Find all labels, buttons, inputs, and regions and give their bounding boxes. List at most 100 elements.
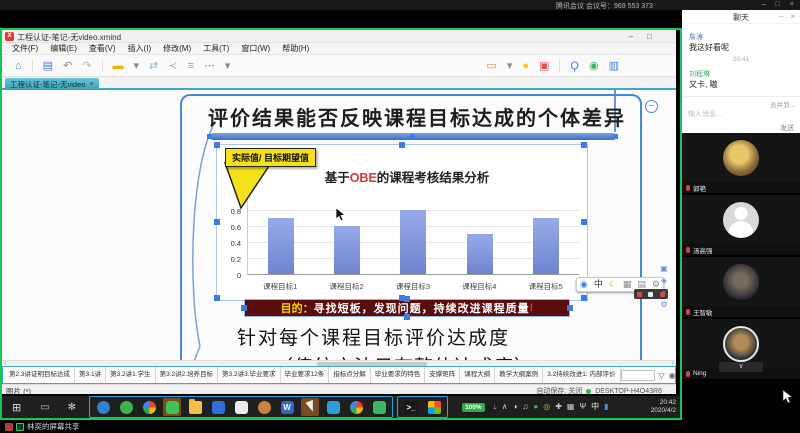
green-ring-tray-icon[interactable]: ◎ (543, 396, 550, 418)
docs-app-icon[interactable] (209, 398, 227, 416)
filter-funnel-icon[interactable]: ▽ (659, 371, 665, 380)
notepad-app-icon[interactable] (232, 398, 250, 416)
panel-toggle-icon-4[interactable]: ⚙ (660, 300, 667, 309)
task-view-icon[interactable]: ▭ (31, 402, 58, 413)
cmd-icon[interactable]: >_ (402, 398, 420, 416)
save-icon[interactable]: ▤ (38, 56, 58, 76)
close-icon[interactable]: × (790, 0, 794, 10)
panel-toggle-icon-1[interactable]: ▣ (660, 264, 668, 273)
selection-node-dot[interactable] (613, 134, 618, 139)
start-button[interactable]: ⊞ (2, 401, 31, 414)
sheet-tab[interactable]: 3.2持续改进1: 内部评价 (543, 367, 620, 383)
panel-toggle-icon-2[interactable]: ◈ (661, 276, 667, 285)
horizontal-scrollbar[interactable]: ‹ › (2, 360, 676, 366)
sheet-tab[interactable]: 第2.3讲证明目标达成 (5, 367, 75, 383)
wps-app-icon[interactable]: W (278, 398, 296, 416)
lightbulb-icon[interactable]: ● (517, 56, 534, 76)
selection-handle[interactable] (581, 142, 587, 148)
maximize-icon[interactable]: □ (647, 30, 652, 43)
selection-node-dot[interactable] (207, 134, 212, 139)
export-icon[interactable]: ▥ (604, 56, 624, 76)
summary-icon[interactable]: ≡ (182, 56, 198, 76)
sheet-tab[interactable]: 指标点分解 (329, 367, 371, 383)
selection-handle[interactable] (241, 305, 247, 311)
photos-app-icon[interactable] (324, 398, 342, 416)
caret-icon[interactable]: ▾ (502, 56, 518, 76)
minimize-icon[interactable]: – (629, 30, 633, 43)
meeting-tray-icon[interactable]: ▮ (604, 396, 608, 418)
ms-store-icon[interactable] (425, 398, 443, 416)
accelerator-ball[interactable]: 100% (462, 403, 485, 412)
sheet-tab[interactable]: 课程大纲 (460, 367, 495, 383)
meeting-titlebar[interactable]: 腾讯会议 会议号：969 553 373 – □ × (0, 0, 800, 10)
scrollbar-thumb[interactable] (317, 362, 427, 366)
boundary-icon[interactable]: ≺ (163, 56, 182, 76)
selection-handle[interactable] (567, 305, 573, 311)
share-icon[interactable]: ◉ (584, 56, 604, 76)
relationship-icon[interactable]: ⇄ (144, 56, 163, 76)
video-tile[interactable]: 王智敏 (682, 257, 800, 317)
selection-handle[interactable] (214, 295, 220, 301)
taskbar-clock[interactable]: 20:42 2020/4/2 (651, 399, 680, 415)
home-icon[interactable]: ⌂ (10, 56, 27, 76)
selection-handle[interactable] (581, 219, 587, 225)
menu-item[interactable]: 查看(V) (83, 43, 122, 54)
menu-item[interactable]: 文件(F) (6, 43, 44, 54)
sheet-tab[interactable]: 第3.2讲1.学生 (106, 367, 155, 383)
ime-tray-icon[interactable]: Ψ (579, 396, 586, 418)
menu-item[interactable]: 插入(I) (122, 43, 158, 54)
undo-icon[interactable]: ↶ (58, 56, 77, 76)
mindmap-canvas[interactable]: 评价结果能否反映课程目标达成的个体差异 − 实际值/ 目标期望值 基于OBE的课… (2, 90, 676, 360)
sheet-tab[interactable]: 教学大纲案例 (495, 367, 543, 383)
sheet-tab[interactable]: 第3.1讲 (75, 367, 106, 383)
marker-icon[interactable]: ▬ (108, 56, 129, 76)
scroll-left-icon[interactable]: ‹ (4, 360, 6, 367)
selection-handle[interactable] (404, 314, 410, 320)
caret-icon[interactable]: ▾ (129, 56, 145, 76)
keyboard-tray-icon[interactable]: ▦ (567, 396, 575, 418)
usb-tray-icon[interactable]: ✚ (555, 396, 562, 418)
pinwheel-app-icon[interactable]: ✻ (59, 402, 85, 413)
lang-indicator[interactable]: 中 (591, 396, 599, 418)
ime-keyboard-icon[interactable]: ▦ (623, 278, 632, 291)
close-icon[interactable]: × (790, 12, 795, 21)
close-icon[interactable]: × (89, 81, 93, 88)
menu-item[interactable]: 帮助(H) (276, 43, 315, 54)
volume-icon[interactable]: ♫ (522, 396, 528, 418)
sogou-app-icon[interactable] (255, 398, 273, 416)
download-tray-icon[interactable]: ↓ (493, 396, 497, 418)
chart-image[interactable]: 实际值/ 目标期望值 基于OBE的课程考核结果分析 10.80.60.40.20… (217, 145, 587, 300)
pinwheel-browser-icon[interactable] (140, 398, 158, 416)
sheet-tab[interactable]: 毕业要求的特色 (371, 367, 426, 383)
menu-item[interactable]: 工具(T) (197, 43, 235, 54)
theme-tray-icon[interactable]: ◑ (513, 396, 518, 418)
selection-handle[interactable] (214, 219, 220, 225)
hidden-icons-chevron[interactable]: ∧ (502, 396, 508, 418)
redo-icon[interactable]: ↷ (77, 56, 96, 76)
sheet-search-input[interactable] (621, 370, 655, 381)
menu-item[interactable]: 修改(M) (157, 43, 197, 54)
video-tile[interactable]: 郭艳 (682, 133, 800, 193)
security-app-icon[interactable] (117, 398, 135, 416)
slideshow-icon[interactable]: ▭ (481, 56, 501, 76)
eye-icon[interactable]: ◉ (669, 371, 676, 380)
sheet-tab[interactable]: 支撑矩阵 (425, 367, 460, 383)
collapse-videos-button[interactable]: ∨ (719, 362, 763, 372)
ime-logo-icon[interactable]: ◉ (580, 278, 588, 291)
tab-workbook[interactable]: 工程认证-笔记-无video × (5, 78, 99, 90)
qq-app-icon[interactable] (94, 398, 112, 416)
sheet-tab[interactable]: 第3.2讲3.毕业要求 (218, 367, 280, 383)
selection-node-dot[interactable] (410, 134, 415, 139)
sheet-tab[interactable]: 第3.2讲2.培养目标 (156, 367, 218, 383)
zen-mode-icon[interactable]: ▣ (534, 56, 554, 76)
caret-icon[interactable]: ▾ (220, 56, 236, 76)
more-icon[interactable]: ⋯ (199, 56, 220, 76)
green-dot-tray-icon[interactable]: ● (533, 396, 538, 418)
maximize-icon[interactable]: □ (776, 0, 780, 10)
ime-lang-icon[interactable]: 中 (594, 278, 603, 291)
scroll-right-icon[interactable]: › (672, 360, 674, 367)
chat-input[interactable]: 输入消息... (688, 109, 722, 119)
send-button[interactable]: 发送 (780, 123, 794, 133)
topic-node[interactable]: 评价结果能否反映课程目标达成的个体差异 − 实际值/ 目标期望值 基于OBE的课… (180, 94, 642, 360)
chrome-icon[interactable] (347, 398, 365, 416)
